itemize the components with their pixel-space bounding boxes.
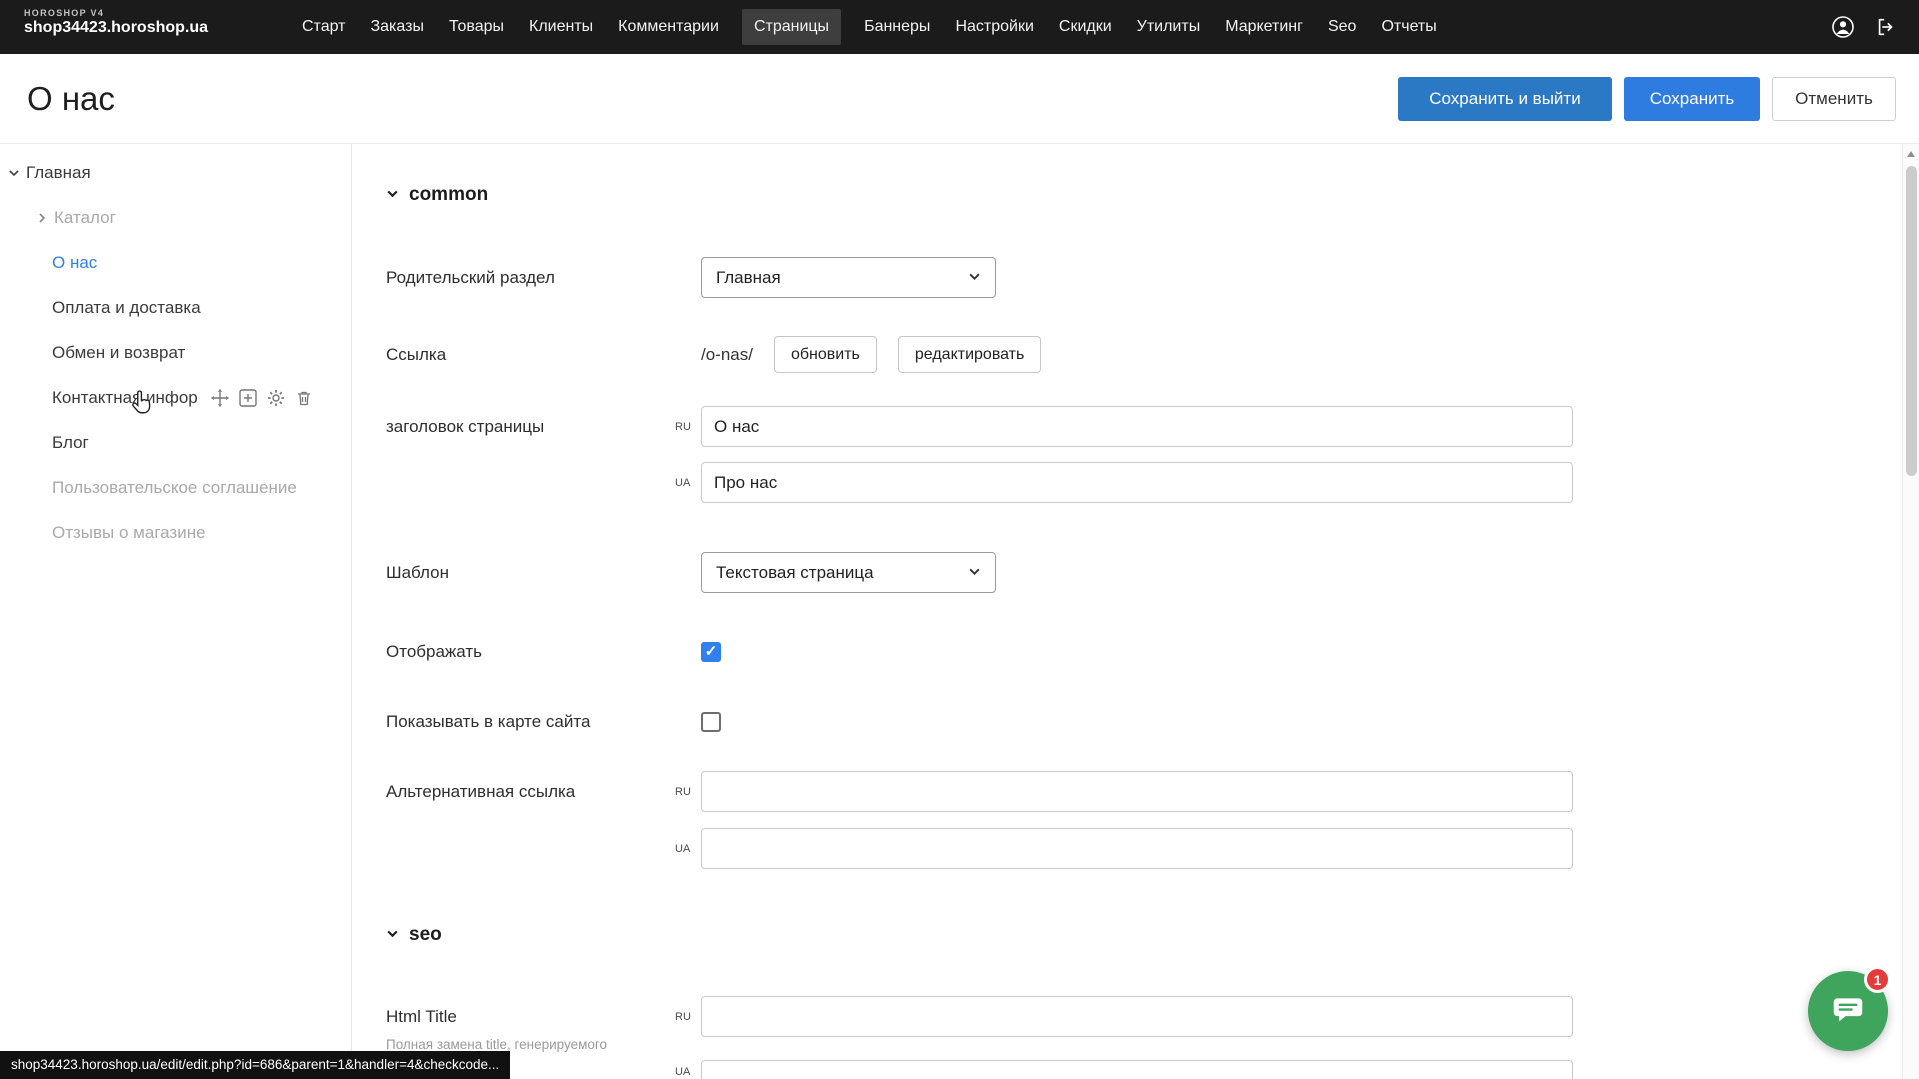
- sidebar-item-label: Отзывы о магазине: [52, 523, 206, 543]
- main-menu: Старт Заказы Товары Клиенты Комментарии …: [300, 0, 1439, 54]
- move-icon[interactable]: [211, 389, 229, 407]
- lang-badge-ru: RU: [675, 421, 699, 433]
- page-title-input-ru[interactable]: [701, 406, 1573, 447]
- select-value: Текстовая страница: [716, 563, 874, 583]
- menu-item-marketing[interactable]: Маркетинг: [1223, 9, 1305, 45]
- lang-badge-ru: RU: [675, 786, 699, 798]
- chevron-down-icon: [968, 268, 981, 288]
- chevron-right-icon[interactable]: [36, 212, 52, 224]
- settings-gear-icon[interactable]: [267, 389, 285, 407]
- html-title-input-ru[interactable]: [701, 996, 1573, 1037]
- sidebar-item-label: Контактная инфор: [52, 388, 198, 408]
- menu-item-reports[interactable]: Отчеты: [1379, 9, 1438, 45]
- topbar-actions: [1831, 0, 1897, 54]
- chat-widget-button[interactable]: 1: [1808, 971, 1888, 1051]
- link-label: Ссылка: [386, 345, 701, 365]
- menu-item-clients[interactable]: Клиенты: [527, 9, 595, 45]
- menu-item-banners[interactable]: Баннеры: [862, 9, 932, 45]
- menu-item-comments[interactable]: Комментарии: [616, 9, 721, 45]
- topbar: HOROSHOP V4 shop34423.horoshop.ua Старт …: [0, 0, 1919, 54]
- scroll-up-arrow[interactable]: [1907, 151, 1915, 157]
- menu-item-start[interactable]: Старт: [300, 9, 347, 45]
- header-actions: Сохранить и выйти Сохранить Отменить: [1398, 77, 1896, 121]
- edit-link-button[interactable]: редактировать: [898, 336, 1041, 373]
- logout-icon[interactable]: [1875, 16, 1897, 38]
- brand-version: HOROSHOP V4: [24, 8, 208, 18]
- sidebar-item-label: Блог: [52, 433, 89, 453]
- save-button[interactable]: Сохранить: [1624, 77, 1760, 121]
- chevron-down-icon: [386, 184, 399, 206]
- delete-trash-icon[interactable]: [295, 389, 313, 407]
- sidebar-item-home[interactable]: Главная: [0, 150, 351, 195]
- select-value: Главная: [716, 268, 781, 288]
- cancel-button[interactable]: Отменить: [1772, 77, 1896, 121]
- save-and-exit-button[interactable]: Сохранить и выйти: [1398, 77, 1612, 121]
- page-title-input-ua[interactable]: [701, 462, 1573, 503]
- sitemap-label: Показывать в карте сайта: [386, 712, 701, 732]
- html-title-input-ua[interactable]: [701, 1060, 1573, 1079]
- menu-item-seo[interactable]: Seo: [1326, 9, 1358, 45]
- section-title: seo: [409, 924, 442, 946]
- display-checkbox[interactable]: ✓: [701, 642, 721, 662]
- page-edit-form: common Родительский раздел Главная Ссылк…: [352, 144, 1902, 1079]
- menu-item-settings[interactable]: Настройки: [953, 9, 1035, 45]
- lang-badge-ua: UA: [675, 843, 699, 855]
- sidebar-item-user-agreement[interactable]: Пользовательское соглашение: [0, 465, 351, 510]
- pages-tree-sidebar: Главная Каталог О нас Оплата и доставка …: [0, 144, 352, 1079]
- menu-item-products[interactable]: Товары: [447, 9, 506, 45]
- sitemap-checkbox[interactable]: [701, 712, 721, 732]
- chevron-down-icon: [968, 563, 981, 583]
- page-title-label: заголовок страницы: [386, 417, 701, 437]
- alt-link-input-ua[interactable]: [701, 828, 1573, 869]
- link-path: /o-nas/: [701, 345, 753, 365]
- chevron-down-icon[interactable]: [8, 167, 24, 179]
- chat-bubble-icon: [1829, 990, 1867, 1033]
- parent-section-label: Родительский раздел: [386, 268, 701, 288]
- page-header: О нас Сохранить и выйти Сохранить Отмени…: [0, 54, 1919, 144]
- pages-tree: Главная Каталог О нас Оплата и доставка …: [0, 144, 351, 555]
- vertical-scrollbar[interactable]: [1902, 144, 1919, 1079]
- section-seo-toggle[interactable]: seo: [386, 924, 442, 946]
- alt-link-input-ru[interactable]: [701, 771, 1573, 812]
- sidebar-item-label: Пользовательское соглашение: [52, 478, 297, 498]
- user-account-icon[interactable]: [1831, 15, 1855, 39]
- section-common-toggle[interactable]: common: [386, 184, 488, 206]
- sidebar-item-label: О нас: [52, 253, 97, 273]
- display-label: Отображать: [386, 642, 701, 662]
- menu-item-discounts[interactable]: Скидки: [1057, 9, 1114, 45]
- menu-item-utilities[interactable]: Утилиты: [1135, 9, 1203, 45]
- scrollbar-thumb[interactable]: [1906, 166, 1917, 476]
- sidebar-item-store-reviews[interactable]: Отзывы о магазине: [0, 510, 351, 555]
- parent-section-select[interactable]: Главная: [701, 257, 996, 298]
- chat-unread-badge: 1: [1864, 966, 1891, 993]
- alt-link-label: Альтернативная ссылка: [386, 782, 701, 802]
- section-title: common: [409, 184, 488, 206]
- add-page-icon[interactable]: [239, 389, 257, 407]
- template-label: Шаблон: [386, 563, 701, 583]
- brand-logo[interactable]: HOROSHOP V4 shop34423.horoshop.ua: [24, 8, 208, 37]
- status-url-tooltip: shop34423.horoshop.ua/edit/edit.php?id=6…: [0, 1051, 510, 1079]
- menu-item-pages[interactable]: Страницы: [742, 9, 841, 45]
- sidebar-item-exchange-return[interactable]: Обмен и возврат: [0, 330, 351, 375]
- row-action-icons: [211, 389, 313, 407]
- sidebar-item-label: Каталог: [54, 208, 116, 228]
- lang-badge-ru: RU: [675, 1011, 699, 1023]
- sidebar-item-label: Оплата и доставка: [52, 298, 201, 318]
- lang-badge-ua: UA: [675, 477, 699, 489]
- sidebar-item-contact-info[interactable]: Контактная инфор: [0, 375, 351, 420]
- refresh-link-button[interactable]: обновить: [774, 336, 877, 373]
- page-title: О нас: [27, 80, 115, 118]
- sidebar-item-about[interactable]: О нас: [0, 240, 351, 285]
- chevron-down-icon: [386, 924, 399, 946]
- menu-item-orders[interactable]: Заказы: [368, 9, 425, 45]
- lang-badge-ua: UA: [675, 1066, 699, 1078]
- sidebar-item-label: Обмен и возврат: [52, 343, 185, 363]
- html-title-label: Html Title: [386, 996, 701, 1037]
- sidebar-item-payment-delivery[interactable]: Оплата и доставка: [0, 285, 351, 330]
- sidebar-item-blog[interactable]: Блог: [0, 420, 351, 465]
- sidebar-item-catalog[interactable]: Каталог: [0, 195, 351, 240]
- brand-domain: shop34423.horoshop.ua: [24, 19, 208, 37]
- template-select[interactable]: Текстовая страница: [701, 552, 996, 593]
- sidebar-item-label: Главная: [26, 163, 91, 183]
